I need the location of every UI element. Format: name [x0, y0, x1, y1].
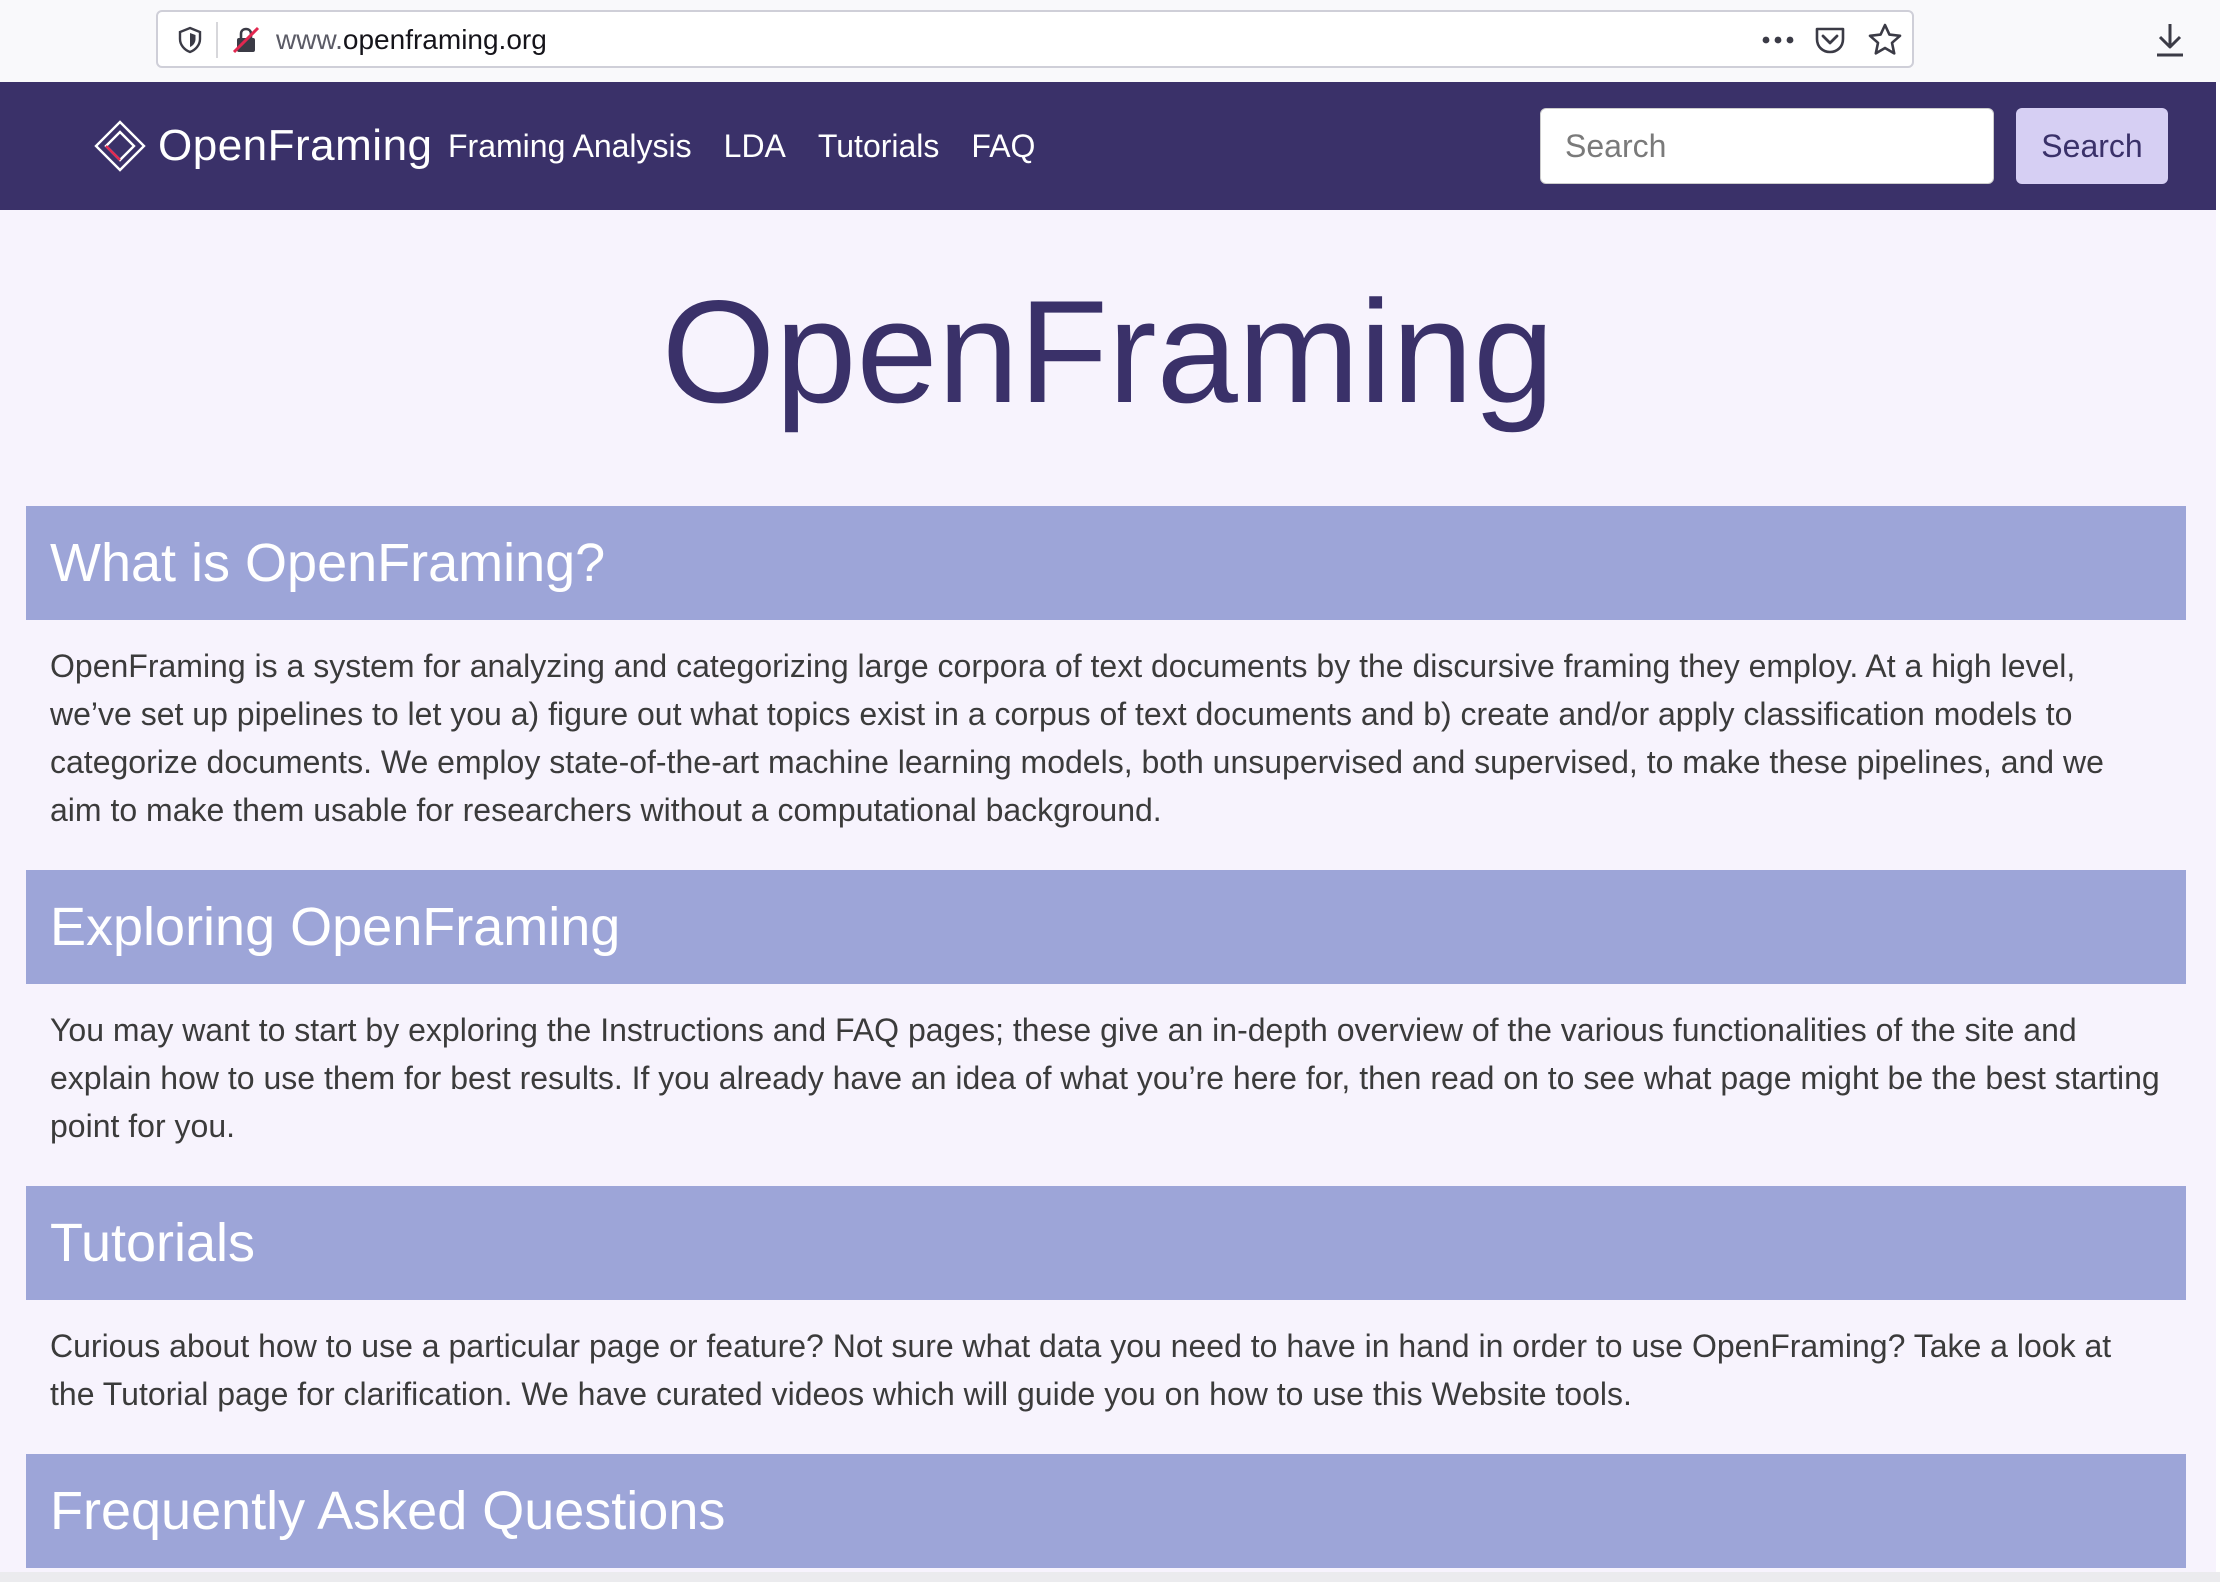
- section-header-what-is: What is OpenFraming?: [26, 506, 2186, 620]
- window-bottom-edge: [0, 1572, 2220, 1582]
- section-heading: Frequently Asked Questions: [50, 1481, 726, 1541]
- shield-icon[interactable]: [174, 24, 206, 56]
- section-body-what-is: OpenFraming is a system for analyzing an…: [50, 648, 2104, 828]
- nav-links: Framing Analysis LDA Tutorials FAQ: [448, 122, 1067, 170]
- page-title: OpenFraming: [661, 270, 1555, 433]
- search-input[interactable]: [1540, 108, 1994, 184]
- section-body-tutorials: Curious about how to use a particular pa…: [50, 1328, 2112, 1412]
- section-header-faq: Frequently Asked Questions: [26, 1454, 2186, 1568]
- nav-link-faq[interactable]: FAQ: [971, 128, 1035, 165]
- main-content: OpenFraming What is OpenFraming? OpenFra…: [0, 210, 2216, 1572]
- window-edge: [2216, 82, 2220, 1582]
- url-prefix: www.: [276, 24, 343, 55]
- site-navbar: OpenFraming Framing Analysis LDA Tutoria…: [0, 82, 2216, 210]
- bookmark-star-icon[interactable]: [1866, 21, 1904, 59]
- browser-toolbar: www.openframing.org: [0, 0, 2220, 82]
- brand-name: OpenFraming: [158, 121, 433, 170]
- section-body-exploring: You may want to start by exploring the I…: [50, 1012, 2160, 1144]
- section-heading: What is OpenFraming?: [50, 533, 606, 593]
- nav-link-framing-analysis[interactable]: Framing Analysis: [448, 128, 692, 165]
- pocket-icon[interactable]: [1812, 22, 1848, 58]
- more-icon[interactable]: [1758, 24, 1798, 56]
- nav-link-lda[interactable]: LDA: [724, 128, 786, 165]
- download-icon[interactable]: [2152, 20, 2188, 60]
- address-bar[interactable]: www.openframing.org: [156, 10, 1914, 68]
- openframing-logo-icon: [94, 120, 146, 172]
- brand-link[interactable]: OpenFraming: [92, 116, 433, 176]
- section-header-tutorials: Tutorials: [26, 1186, 2186, 1300]
- address-bar-separator: [216, 22, 218, 58]
- nav-link-tutorials[interactable]: Tutorials: [818, 128, 940, 165]
- search-button[interactable]: Search: [2016, 108, 2168, 184]
- section-header-exploring: Exploring OpenFraming: [26, 870, 2186, 984]
- url-domain: openframing.org: [342, 24, 547, 55]
- tracking-protection-icon[interactable]: [230, 24, 262, 56]
- url-text[interactable]: www.openframing.org: [276, 24, 547, 56]
- section-heading: Tutorials: [50, 1213, 256, 1273]
- section-heading: Exploring OpenFraming: [50, 897, 621, 957]
